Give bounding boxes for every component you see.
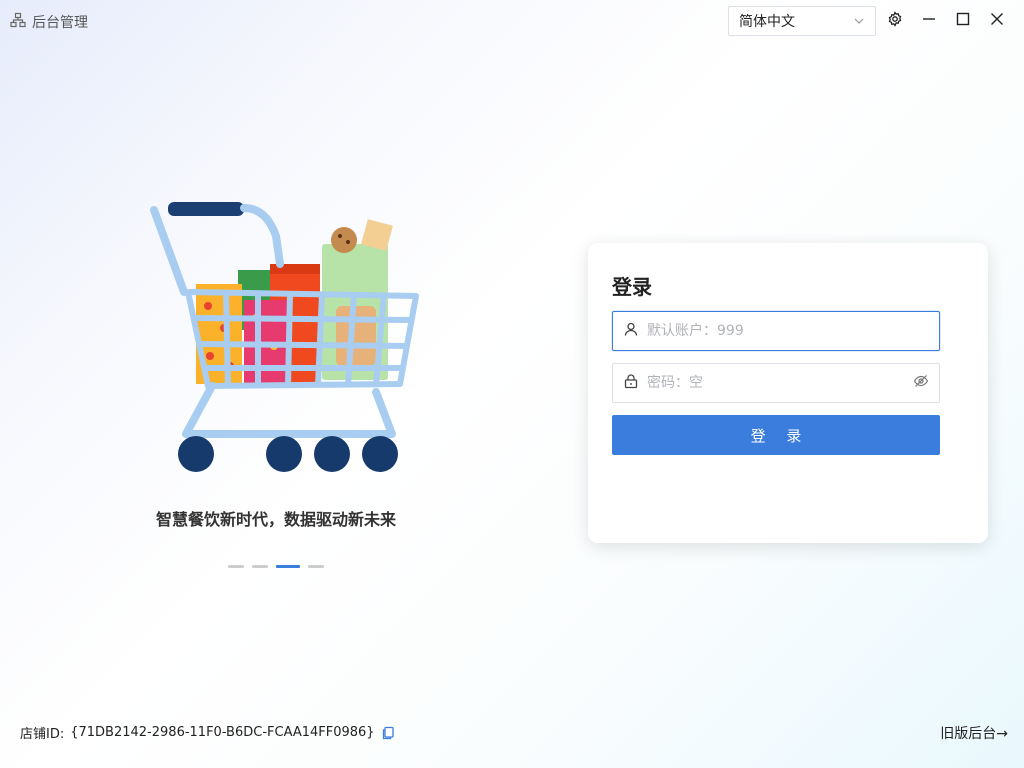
eye-off-icon[interactable] — [913, 373, 929, 393]
settings-button[interactable] — [885, 11, 905, 31]
carousel-dot[interactable] — [252, 565, 268, 568]
app-title-text: 后台管理 — [32, 15, 88, 31]
sitemap-icon — [10, 12, 26, 32]
store-id-info: 店铺ID: {71DB2142-2986-11F0-B6DC-FCAA14FF0… — [20, 723, 395, 742]
login-title: 登录 — [612, 275, 652, 299]
account-input[interactable] — [645, 322, 929, 340]
title-bar: 后台管理 简体中文 — [0, 0, 1024, 44]
minimize-icon — [921, 11, 937, 31]
close-button[interactable] — [987, 11, 1007, 31]
old-admin-link[interactable]: 旧版后台→ — [940, 723, 1008, 743]
login-button[interactable]: 登 录 — [612, 415, 940, 455]
cart-handle — [150, 206, 188, 296]
language-select[interactable]: 简体中文 — [728, 6, 876, 36]
chevron-down-icon — [853, 15, 865, 27]
user-icon — [623, 321, 639, 341]
cart-wheels — [178, 436, 398, 472]
maximize-icon — [955, 11, 971, 31]
close-icon — [989, 11, 1005, 31]
login-card: 登录 登 录 — [588, 243, 988, 543]
shopping-cart-illustration — [150, 202, 419, 472]
cart-frame — [182, 382, 396, 438]
lock-icon — [623, 373, 639, 393]
account-field[interactable] — [612, 311, 940, 351]
copy-icon[interactable] — [381, 726, 395, 740]
carousel-dot[interactable] — [308, 565, 324, 568]
maximize-button[interactable] — [953, 11, 973, 31]
cart-handle-grip — [168, 202, 244, 216]
carousel-slogan: 智慧餐饮新时代，数据驱动新未来 — [155, 510, 396, 529]
minimize-button[interactable] — [919, 11, 939, 31]
carousel-dot-active[interactable] — [276, 565, 300, 568]
password-input[interactable] — [645, 374, 913, 392]
language-select-value: 简体中文 — [739, 14, 795, 30]
gear-icon — [887, 11, 903, 31]
store-id-value: {71DB2142-2986-11F0-B6DC-FCAA14FF0986} — [70, 725, 375, 740]
carousel-dot[interactable] — [228, 565, 244, 568]
app-title: 后台管理 — [10, 12, 88, 32]
store-id-label: 店铺ID: — [20, 727, 65, 742]
carousel-indicator — [228, 565, 324, 568]
password-field[interactable] — [612, 363, 940, 403]
